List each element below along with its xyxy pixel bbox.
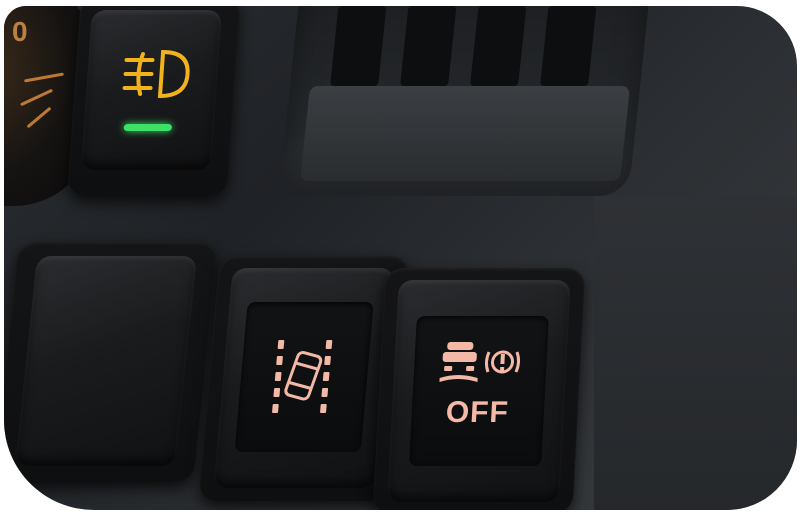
vent-slot xyxy=(400,6,457,86)
lane-departure-switch[interactable] xyxy=(213,268,395,488)
traction-control-off-switch[interactable]: OFF xyxy=(387,280,571,502)
fog-light-switch-housing xyxy=(67,6,241,196)
gauge-tick xyxy=(26,106,52,129)
gauge-tick xyxy=(20,88,53,107)
lane-switch-face xyxy=(234,302,374,452)
fog-light-indicator xyxy=(123,124,173,131)
lane-departure-icon xyxy=(272,340,333,413)
blank-switch[interactable] xyxy=(15,256,198,466)
traction-control-off-icon xyxy=(439,342,521,382)
off-label: OFF xyxy=(444,396,510,429)
console-panel xyxy=(594,196,797,510)
fog-light-icon xyxy=(122,49,190,99)
gauge-tick xyxy=(24,72,64,83)
vent-slot xyxy=(330,6,387,86)
gauge-marking: 0 xyxy=(12,16,28,47)
vent-slot xyxy=(470,6,527,86)
vent-lip xyxy=(300,86,631,181)
vent-slot xyxy=(540,6,597,86)
traction-switch-face: OFF xyxy=(409,316,549,466)
traction-switch-housing: OFF xyxy=(372,268,586,510)
dashboard-photo: 0 OFF xyxy=(4,6,797,510)
fog-light-switch[interactable] xyxy=(80,10,223,170)
blank-switch-housing xyxy=(4,242,219,482)
air-vent xyxy=(278,6,650,196)
